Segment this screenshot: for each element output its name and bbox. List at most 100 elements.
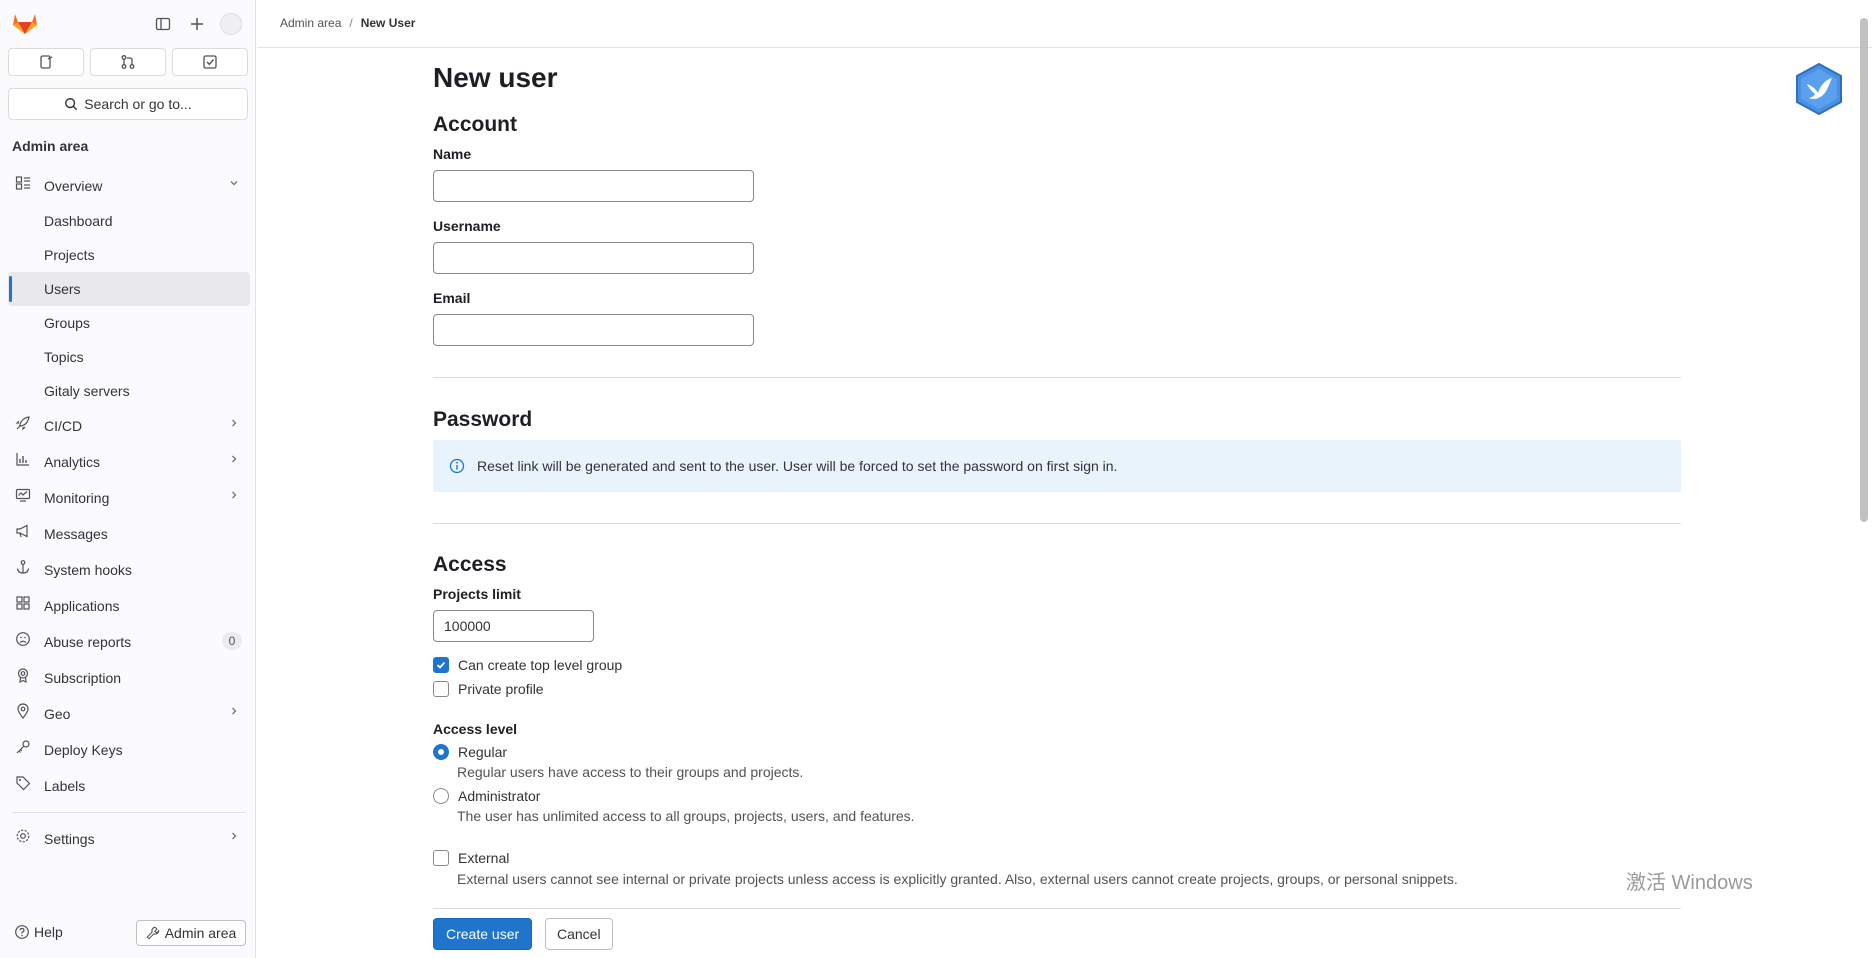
external-checkbox[interactable] bbox=[433, 850, 449, 866]
sidebar-item-label: Settings bbox=[44, 831, 95, 847]
top-bar: Admin area / New User bbox=[257, 0, 1872, 48]
private-profile-checkbox[interactable] bbox=[433, 681, 449, 697]
anchor-icon bbox=[16, 560, 30, 574]
external-row[interactable]: External bbox=[433, 850, 509, 866]
access-level-label: Access level bbox=[433, 721, 518, 737]
regular-help-text: Regular users have access to their group… bbox=[457, 764, 804, 780]
external-help-text: External users cannot see internal or pr… bbox=[457, 871, 1458, 887]
page-scrollbar[interactable] bbox=[1860, 18, 1868, 522]
section-divider bbox=[433, 523, 1681, 524]
sidebar-item-deploy-keys[interactable]: Deploy Keys bbox=[8, 732, 250, 768]
can-create-group-label: Can create top level group bbox=[458, 657, 623, 673]
sidebar-item-gitaly-servers[interactable]: Gitaly servers bbox=[8, 374, 250, 408]
sidebar-item-label: Abuse reports bbox=[44, 634, 132, 650]
breadcrumb-parent[interactable]: Admin area bbox=[280, 16, 341, 30]
sidebar-item-abuse-reports[interactable]: Abuse reports 0 bbox=[8, 624, 250, 660]
breadcrumb-separator: / bbox=[349, 16, 353, 30]
email-input[interactable] bbox=[433, 314, 754, 346]
email-label: Email bbox=[433, 290, 471, 306]
access-level-admin-row[interactable]: Administrator bbox=[433, 788, 540, 804]
can-create-group-row[interactable]: Can create top level group bbox=[433, 657, 622, 673]
sidebar-item-projects[interactable]: Projects bbox=[8, 238, 250, 272]
sidebar-item-groups[interactable]: Groups bbox=[8, 306, 250, 340]
can-create-group-checkbox[interactable] bbox=[433, 657, 449, 673]
chart-icon bbox=[16, 453, 29, 466]
sidebar-item-label: Overview bbox=[44, 178, 103, 194]
gitlab-logo[interactable] bbox=[12, 11, 38, 35]
sidebar-item-labels[interactable]: Labels bbox=[8, 768, 250, 804]
sidebar-item-geo[interactable]: Geo bbox=[8, 696, 250, 732]
user-avatar[interactable] bbox=[220, 13, 242, 35]
sidebar-nav: Overview Dashboard Projects Users Groups… bbox=[8, 168, 250, 857]
name-label: Name bbox=[433, 146, 472, 162]
bird-logo-icon[interactable] bbox=[1792, 62, 1846, 116]
admin-area-label: Admin area bbox=[164, 925, 237, 941]
sidebar-item-label: Projects bbox=[44, 247, 95, 263]
chevron-right-icon bbox=[232, 455, 237, 463]
sidebar-item-dashboard[interactable]: Dashboard bbox=[8, 204, 250, 238]
sidebar-item-subscription[interactable]: Subscription bbox=[8, 660, 250, 696]
username-input[interactable] bbox=[433, 242, 754, 274]
sidebar-divider bbox=[12, 812, 246, 813]
sidebar-item-label: Labels bbox=[44, 778, 86, 794]
location-icon bbox=[17, 703, 29, 719]
search-icon bbox=[65, 98, 78, 111]
toggle-sidebar-icon[interactable] bbox=[152, 13, 174, 35]
private-profile-row[interactable]: Private profile bbox=[433, 681, 544, 697]
create-user-button[interactable]: Create user bbox=[433, 918, 533, 950]
sidebar-item-label: Subscription bbox=[44, 670, 122, 686]
section-divider bbox=[433, 377, 1681, 378]
sidebar-item-applications[interactable]: Applications bbox=[8, 588, 250, 624]
sidebar-item-cicd[interactable]: CI/CD bbox=[8, 408, 250, 444]
administrator-radio[interactable] bbox=[433, 788, 449, 804]
cancel-button[interactable]: Cancel bbox=[545, 918, 613, 950]
count-badge: 0 bbox=[222, 632, 242, 650]
sidebar-item-topics[interactable]: Topics bbox=[8, 340, 250, 374]
page-title: New user bbox=[433, 62, 558, 93]
sidebar-item-label: Analytics bbox=[44, 454, 101, 470]
sidebar-item-label: Deploy Keys bbox=[44, 742, 123, 758]
monitor-icon bbox=[15, 488, 31, 502]
username-label: Username bbox=[433, 218, 501, 234]
todos-button[interactable] bbox=[172, 48, 248, 76]
question-icon bbox=[15, 925, 29, 939]
sidebar-item-label: CI/CD bbox=[44, 418, 83, 434]
sidebar-item-analytics[interactable]: Analytics bbox=[8, 444, 250, 480]
sidebar-item-users[interactable]: Users bbox=[8, 272, 250, 306]
help-button[interactable]: Help bbox=[14, 924, 63, 940]
search-button[interactable]: Search or go to... bbox=[8, 88, 248, 120]
projects-limit-label: Projects limit bbox=[433, 586, 521, 602]
sidebar-item-messages[interactable]: Messages bbox=[8, 516, 250, 552]
password-info-alert: Reset link will be generated and sent to… bbox=[433, 440, 1681, 492]
sidebar-footer: Help Admin area bbox=[0, 912, 256, 958]
chevron-right-icon bbox=[232, 832, 237, 840]
chevron-down-icon bbox=[230, 181, 238, 186]
sidebar-item-label: Dashboard bbox=[44, 213, 113, 229]
chevron-right-icon bbox=[232, 707, 237, 715]
access-level-regular-row[interactable]: Regular bbox=[433, 744, 507, 760]
subscription-icon bbox=[17, 668, 29, 683]
sidebar-item-settings[interactable]: Settings bbox=[8, 821, 250, 857]
chevron-right-icon bbox=[232, 491, 237, 499]
settings-icon bbox=[16, 829, 30, 843]
sidebar-item-overview[interactable]: Overview bbox=[8, 168, 250, 204]
key-icon bbox=[16, 740, 30, 754]
search-label: Search or go to... bbox=[84, 96, 192, 112]
sidebar-section-title: Admin area bbox=[12, 138, 89, 154]
sidebar-top bbox=[0, 0, 256, 48]
admin-area-button[interactable]: Admin area bbox=[136, 920, 246, 946]
info-icon bbox=[449, 458, 465, 474]
password-heading: Password bbox=[433, 408, 533, 431]
issues-button[interactable] bbox=[8, 48, 84, 76]
projects-limit-input[interactable] bbox=[433, 610, 594, 642]
plus-icon[interactable] bbox=[186, 13, 208, 35]
breadcrumb-current[interactable]: New User bbox=[361, 16, 416, 30]
sidebar-item-system-hooks[interactable]: System hooks bbox=[8, 552, 250, 588]
sidebar-item-label: Monitoring bbox=[44, 490, 110, 506]
merge-requests-button[interactable] bbox=[90, 48, 166, 76]
todo-icon bbox=[203, 55, 217, 69]
name-input[interactable] bbox=[433, 170, 754, 202]
sidebar-item-monitoring[interactable]: Monitoring bbox=[8, 480, 250, 516]
sidebar-item-label: Geo bbox=[44, 706, 71, 722]
regular-radio[interactable] bbox=[433, 744, 449, 760]
